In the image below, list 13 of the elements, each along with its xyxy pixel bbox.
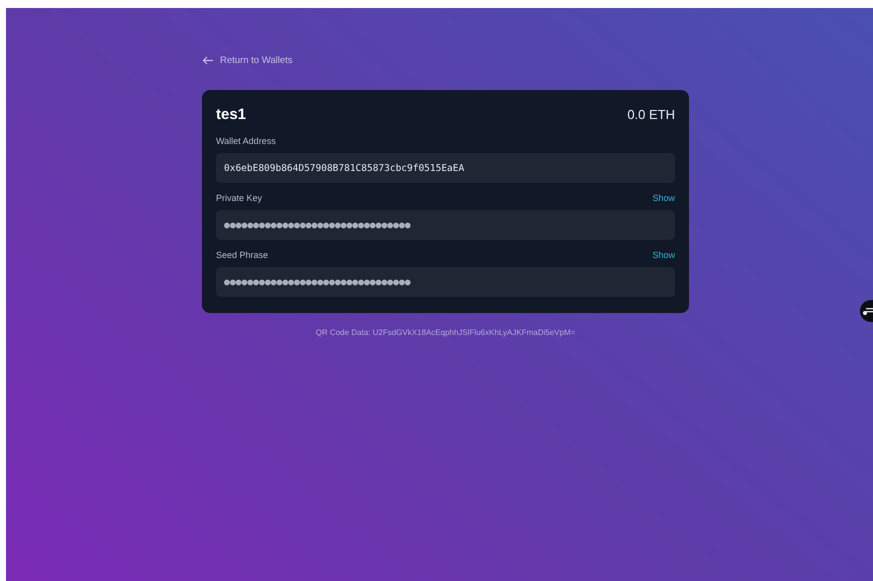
field-label: Seed Phrase xyxy=(216,250,268,260)
show-button[interactable]: Show xyxy=(652,193,675,203)
show-button[interactable]: Show xyxy=(652,250,675,260)
field-label: Private Key xyxy=(216,193,262,203)
back-link[interactable]: Return to Wallets xyxy=(202,55,293,66)
field-label: Wallet Address xyxy=(216,136,276,146)
qr-code-data: QR Code Data: U2FsdGVkX18AcEqphhJSlFlu6xKhLyAJKFmaDi5eVpM= xyxy=(314,328,576,337)
back-arrow-icon xyxy=(202,56,214,65)
wallet-balance: 0.0 ETH xyxy=(627,106,675,122)
wallet-name: tes1 xyxy=(216,106,246,122)
input-field[interactable]: ●●●●●●●●●●●●●●●●●●●●●●●●●●●●●●●● xyxy=(216,267,675,297)
input-field[interactable]: 0x6ebE809b864D57908B781C85873cbc9f0515EaEA xyxy=(216,153,675,183)
input-field[interactable]: ●●●●●●●●●●●●●●●●●●●●●●●●●●●●●●●● xyxy=(216,210,675,240)
